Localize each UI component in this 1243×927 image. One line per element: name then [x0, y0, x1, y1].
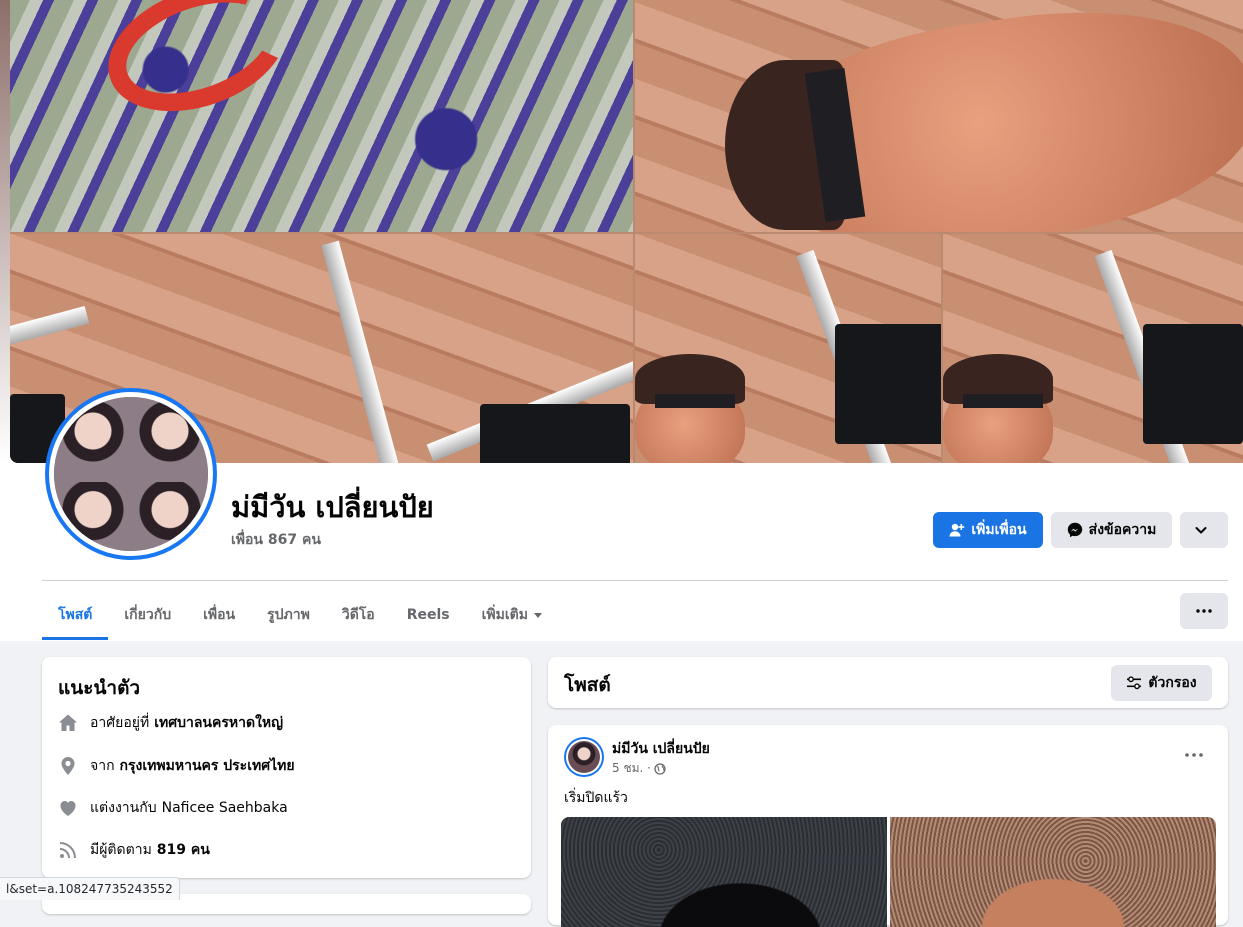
intro-card: แนะนำตัว อาศัยอยู่ที่ เทศบาลนครหาดใหญ่ จ…: [42, 657, 531, 878]
tab-more[interactable]: เพิ่มเติม: [466, 590, 558, 640]
profile-tabs: โพสต์ เกี่ยวกับ เพื่อน รูปภาพ วิดีโอ Ree…: [42, 590, 558, 640]
tab-label: วิดีโอ: [341, 607, 375, 623]
caret-down-icon: [533, 612, 542, 618]
friends-count-link[interactable]: เพื่อน 867 คน: [231, 529, 321, 551]
tab-friends[interactable]: เพื่อน: [187, 590, 251, 640]
post-options-button[interactable]: [1176, 741, 1212, 769]
more-dots-icon: [1185, 753, 1203, 757]
status-bar-url: l&set=a.108247735243552: [0, 877, 180, 900]
tab-label: เกี่ยวกับ: [124, 607, 172, 623]
avatar-image: [568, 741, 600, 773]
tab-label: เพิ่มเติม: [481, 607, 528, 623]
bag: [1143, 324, 1243, 444]
message-button[interactable]: ส่งข้อความ: [1051, 512, 1172, 548]
home-icon: [58, 713, 78, 733]
intro-title: แนะนำตัว: [58, 677, 141, 699]
profile-options-button[interactable]: [1180, 512, 1228, 548]
intro-lives-value[interactable]: เทศบาลนครหาดใหญ่: [154, 712, 283, 734]
profile-avatar[interactable]: [45, 388, 217, 560]
tab-label: โพสต์: [58, 607, 93, 623]
avatar-quadrant: [54, 397, 132, 482]
posts-title: โพสต์: [564, 674, 611, 696]
globe-icon: [654, 762, 666, 775]
message-label: ส่งข้อความ: [1088, 522, 1157, 538]
tab-reels[interactable]: Reels: [391, 590, 466, 640]
tab-label: Reels: [406, 607, 450, 623]
heart-icon: [58, 798, 78, 818]
tab-about[interactable]: เกี่ยวกับ: [108, 590, 187, 640]
filter-sliders-icon: [1127, 676, 1142, 690]
intro-followers-prefix: มีผู้ติดตาม: [90, 842, 152, 858]
tab-photos[interactable]: รูปภาพ: [251, 590, 326, 640]
avatar-quadrant: [132, 397, 208, 482]
post-card: ม่มีวัน เปลี่ยนปัย 5 ชม. · เริ่มปิดแร้ว: [548, 725, 1228, 927]
tab-label: รูปภาพ: [267, 607, 310, 623]
cover-photo[interactable]: [10, 0, 1243, 463]
profile-name: ม่มีวัน เปลี่ยนปัย: [231, 490, 434, 524]
post-author-name[interactable]: ม่มีวัน เปลี่ยนปัย: [612, 738, 710, 760]
post-author-avatar[interactable]: [564, 737, 604, 777]
intro-followers: มีผู้ติดตาม 819 คน: [58, 839, 210, 861]
chevron-down-icon: [1195, 527, 1207, 534]
add-friend-button[interactable]: เพิ่มเพื่อน: [933, 512, 1043, 548]
header-divider: [42, 580, 1228, 581]
bag: [835, 324, 941, 444]
intro-lives-prefix: อาศัยอยู่ที่: [90, 715, 150, 731]
intro-relationship: แต่งงานกับ Naficee Saehbaka: [58, 797, 288, 819]
pipe: [10, 306, 90, 347]
intro-from: จาก กรุงเทพมหานคร ประเทศไทย: [58, 755, 295, 777]
intro-married-prefix: แต่งงานกับ: [90, 800, 157, 816]
avatar-quadrant: [132, 482, 208, 551]
intro-followers-value[interactable]: 819 คน: [157, 839, 210, 861]
rss-followers-icon: [58, 840, 78, 860]
location-pin-icon: [58, 756, 78, 776]
tab-label: เพื่อน: [203, 607, 236, 623]
messenger-icon: [1067, 522, 1082, 538]
avatar-image: [54, 397, 208, 551]
cover-tile-shirt: [10, 0, 633, 232]
pipe: [321, 240, 401, 463]
intro-married-value[interactable]: Naficee Saehbaka: [162, 800, 288, 816]
cover-tile-face: [635, 0, 1243, 232]
bag: [480, 404, 630, 463]
cover-tile-selfie-2: [943, 234, 1243, 463]
cover-edge: [0, 0, 10, 463]
avatar-quadrant: [54, 482, 132, 551]
add-friend-icon: [949, 523, 965, 537]
intro-lives-in: อาศัยอยู่ที่ เทศบาลนครหาดใหญ่: [58, 712, 283, 734]
posts-header-card: โพสต์ ตัวกรอง: [548, 657, 1228, 708]
tabs-overflow-button[interactable]: [1180, 593, 1228, 629]
shirt-logo: [90, 0, 306, 135]
post-timestamp[interactable]: 5 ชม. ·: [612, 759, 651, 778]
post-text: เริ่มปิดแร้ว: [564, 790, 628, 806]
avatar-border: [566, 739, 602, 775]
selfie-band: [655, 394, 735, 408]
post-photo[interactable]: [890, 817, 1216, 927]
post-meta: 5 ชม. ·: [612, 759, 666, 778]
filter-label: ตัวกรอง: [1148, 675, 1197, 691]
intro-from-value[interactable]: กรุงเทพมหานคร ประเทศไทย: [120, 755, 295, 777]
intro-from-prefix: จาก: [90, 758, 115, 774]
cover-tile-selfie-1: [635, 234, 941, 463]
selfie-band: [963, 394, 1043, 408]
add-friend-label: เพิ่มเพื่อน: [971, 522, 1027, 538]
post-photo[interactable]: [561, 817, 887, 927]
filter-button[interactable]: ตัวกรอง: [1111, 665, 1212, 701]
tab-videos[interactable]: วิดีโอ: [326, 590, 391, 640]
more-dots-icon: [1196, 609, 1212, 613]
avatar-border: [49, 392, 213, 556]
tab-posts[interactable]: โพสต์: [42, 590, 109, 640]
